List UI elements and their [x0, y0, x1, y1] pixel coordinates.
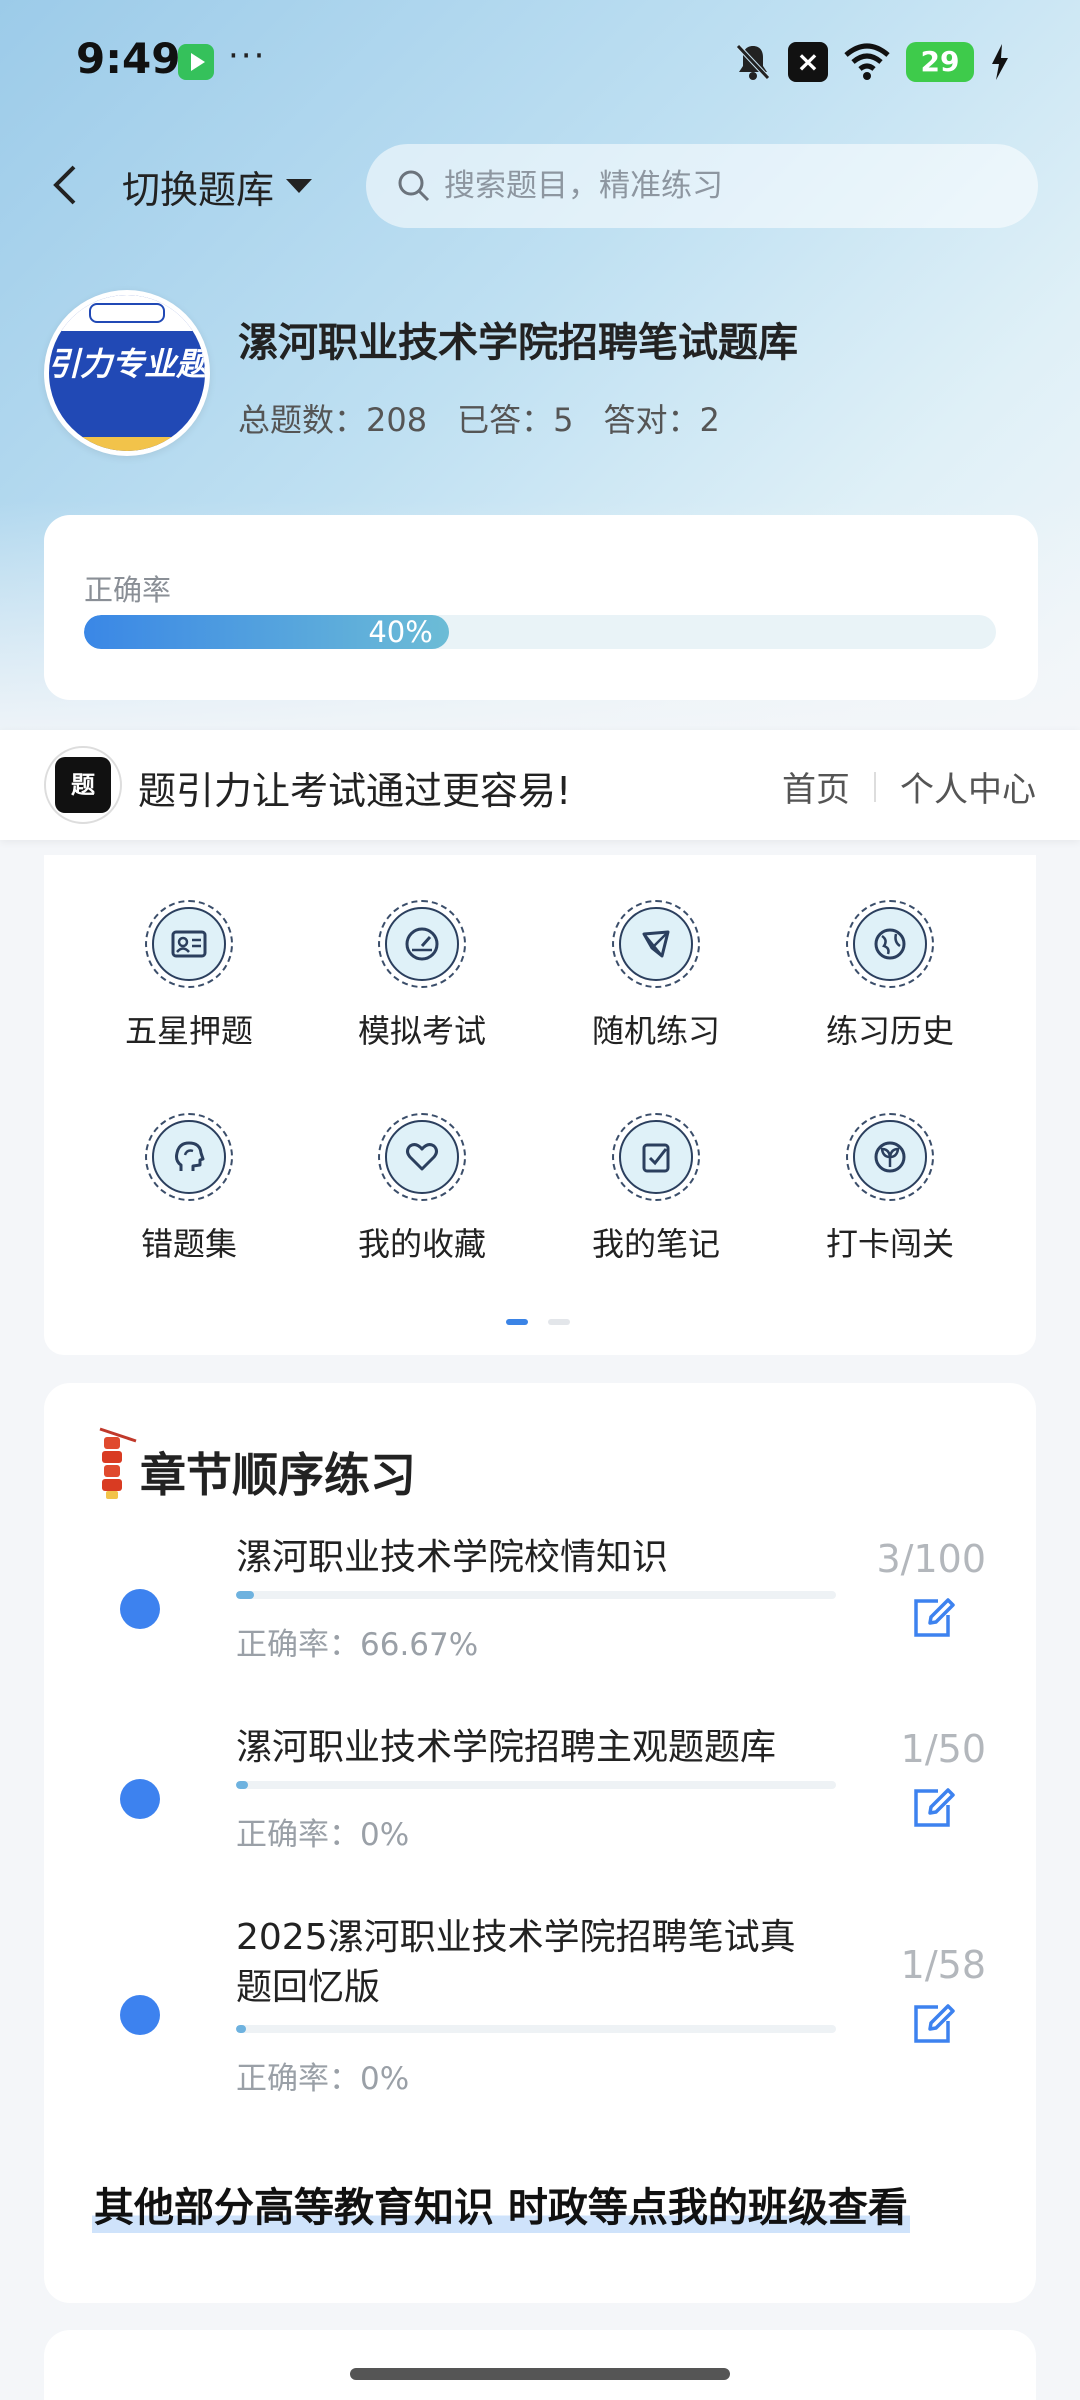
back-button[interactable]: [40, 160, 90, 210]
feature-label: 模拟考试: [357, 1012, 486, 1050]
accuracy-card: 正确率 40%: [44, 515, 1038, 700]
battery-indicator: 29: [906, 42, 974, 82]
page: 9:49 ··· × 29 切换题库 搜索题目，精准练习 引力专业题 漯河职业技…: [0, 0, 1080, 2400]
bank-logo-text: 引力专业题: [49, 345, 205, 383]
feature-label: 随机练习: [591, 1012, 720, 1050]
bank-title: 漯河职业技术学院招聘笔试题库: [238, 320, 798, 366]
status-icons: × 29: [734, 40, 1010, 84]
slogan-nav: 首页 个人中心: [782, 762, 1036, 811]
status-time: 9:49: [76, 34, 181, 83]
feature-five-star[interactable]: 五星押题: [89, 900, 289, 1052]
answered-count: 已答：5: [457, 401, 574, 439]
close-box-icon: ×: [788, 42, 828, 82]
caret-down-icon: [286, 179, 313, 193]
chapter-progress-fill: [236, 1591, 254, 1599]
feature-grid: 五星押题 模拟考试 随机练习 练习历史 错题集 我的收藏 我的笔记 打卡闯关: [44, 855, 1036, 1355]
page-dot[interactable]: [548, 1319, 570, 1325]
chapter-practice-card: 章节顺序练习 漯河职业技术学院校情知识 正确率：66.67% 3/100 漯河职…: [44, 1383, 1036, 2303]
chapter-progress-fill: [236, 1781, 248, 1789]
chapter-count: 1/50: [900, 1727, 986, 1771]
edit-icon[interactable]: [908, 1783, 956, 1831]
edit-icon[interactable]: [908, 1593, 956, 1641]
feature-label: 打卡闯关: [825, 1225, 954, 1263]
nav-divider: [874, 771, 876, 802]
wifi-icon: [844, 43, 890, 80]
accuracy-progress-bar: 40%: [84, 615, 996, 649]
feature-wrong-questions[interactable]: 错题集: [89, 1113, 289, 1265]
firecracker-icon: [99, 1427, 137, 1499]
page-indicator: [506, 1319, 570, 1325]
bank-logo-image: 引力专业题: [49, 295, 205, 451]
chapter-accuracy: 正确率：66.67%: [236, 1627, 479, 1663]
chapter-count: 3/100: [876, 1537, 986, 1581]
feature-label: 我的笔记: [591, 1225, 720, 1263]
total-questions: 总题数：208: [238, 401, 428, 439]
more-notifications-icon: ···: [228, 36, 267, 76]
chapter-bullet: [120, 1779, 160, 1819]
chapter-row[interactable]: 2025漯河职业技术学院招聘笔试真题回忆版 正确率：0% 1/58: [44, 1913, 1036, 2133]
chapter-row[interactable]: 漯河职业技术学院招聘主观题题库 正确率：0% 1/50: [44, 1723, 1036, 1893]
feature-random-practice[interactable]: 随机练习: [556, 900, 756, 1052]
chapter-name: 2025漯河职业技术学院招聘笔试真题回忆版: [236, 1917, 796, 2008]
chapter-progress-fill: [236, 2025, 247, 2033]
search-bar[interactable]: [366, 144, 1038, 228]
heart-icon: [406, 1143, 438, 1171]
chapter-progress-bar: [236, 2025, 836, 2033]
chapter-count: 1/58: [900, 1943, 986, 1987]
home-indicator[interactable]: [350, 2368, 730, 2380]
correct-count: 答对：2: [603, 401, 720, 439]
feature-label: 错题集: [140, 1225, 237, 1263]
bank-stats: 总题数：208 已答：5 答对：2: [238, 395, 720, 441]
switch-bank-dropdown[interactable]: 切换题库: [122, 158, 313, 214]
accuracy-progress-fill: 40%: [84, 615, 449, 649]
search-input[interactable]: [444, 168, 1004, 204]
chapter-accuracy: 正确率：0%: [236, 1817, 410, 1853]
slogan-bar: 题 题引力让考试通过更容易! 首页 个人中心: [0, 730, 1080, 840]
feature-label: 我的收藏: [357, 1225, 486, 1263]
switch-bank-label: 切换题库: [122, 167, 275, 212]
brand-logo: 题: [44, 746, 122, 824]
nav-profile-link[interactable]: 个人中心: [900, 762, 1036, 811]
accuracy-label: 正确率: [84, 573, 172, 607]
feature-favorites[interactable]: 我的收藏: [322, 1113, 522, 1265]
class-view-link[interactable]: 其他部分高等教育知识 时政等点我的班级查看: [92, 2175, 910, 2233]
search-icon: [398, 170, 430, 202]
feature-check-in[interactable]: 打卡闯关: [790, 1113, 990, 1265]
id-card-icon: [171, 930, 207, 958]
chapter-name: 漯河职业技术学院招聘主观题题库: [236, 1727, 777, 1768]
note-check-icon: [642, 1143, 670, 1173]
head-icon: [175, 1141, 205, 1171]
shuffle-icon: [642, 930, 670, 958]
feature-notes[interactable]: 我的笔记: [556, 1113, 756, 1265]
gauge-icon: [405, 927, 439, 961]
status-bar: 9:49 ··· × 29: [0, 0, 1080, 120]
chapter-bullet: [120, 1995, 160, 2035]
chevron-left-icon: [53, 165, 76, 205]
bell-off-icon: [736, 44, 770, 80]
next-card: [44, 2330, 1036, 2400]
feature-label: 五星押题: [124, 1012, 253, 1050]
app-notification-icon: [178, 44, 214, 80]
chapter-bullet: [120, 1589, 160, 1629]
feature-history[interactable]: 练习历史: [790, 900, 990, 1052]
slogan-text: 题引力让考试通过更容易!: [138, 769, 572, 813]
feature-mock-exam[interactable]: 模拟考试: [322, 900, 522, 1052]
page-dot-active[interactable]: [506, 1319, 528, 1325]
chapter-progress-bar: [236, 1781, 836, 1789]
feature-label: 练习历史: [825, 1012, 954, 1050]
nav-home-link[interactable]: 首页: [782, 762, 850, 811]
brand-logo-mark: 题: [55, 757, 111, 813]
sprout-icon: [874, 1141, 906, 1173]
chapter-accuracy: 正确率：0%: [236, 2061, 410, 2097]
charging-icon: [992, 44, 1008, 80]
accuracy-percent: 40%: [368, 615, 433, 649]
chapter-progress-bar: [236, 1591, 836, 1599]
chapter-name: 漯河职业技术学院校情知识: [236, 1537, 669, 1578]
chapter-section-title: 章节顺序练习: [140, 1448, 416, 1502]
chapter-row[interactable]: 漯河职业技术学院校情知识 正确率：66.67% 3/100: [44, 1533, 1036, 1703]
globe-icon: [874, 928, 906, 960]
edit-icon[interactable]: [908, 1999, 956, 2047]
header: 切换题库: [0, 140, 1080, 230]
bank-logo: 引力专业题: [44, 290, 210, 456]
